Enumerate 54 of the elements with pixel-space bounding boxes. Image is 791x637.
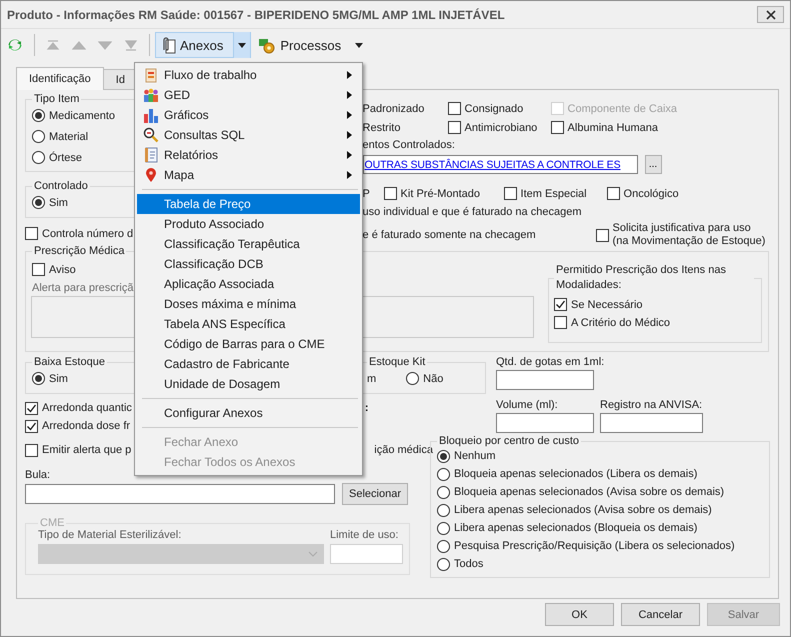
option-label: P (362, 188, 371, 200)
option-label: Padronizado (362, 102, 426, 114)
field-label: Registro na ANVISA: (600, 399, 703, 411)
checkbox-label: Solicita justificativa para uso (612, 222, 752, 235)
field-label: Limite de uso: (330, 529, 400, 541)
checkbox-label: (na Movimentação de Estoque) (612, 235, 766, 248)
checkbox-label: Kit Pré-Montado (400, 188, 480, 200)
group-title: Bloqueio por centro de custo (438, 435, 580, 447)
checkbox-label: Controla número d (42, 228, 134, 240)
checkbox-label: Consignado (464, 102, 524, 114)
checkbox-label: Albumina Humana (568, 122, 658, 134)
checkbox-label: ição médica (374, 444, 433, 456)
group-title: CME (39, 517, 66, 529)
radio-label: Libera apenas selecionados (Avisa sobre os demais) (454, 504, 712, 516)
radio-label: Bloqueia apenas selecionados (Libera os demais) (454, 468, 698, 480)
window-title: Produto - Informações RM Saúde: 001567 - BIPERIDENO 5MG/ML AMP 1ML INJETÁVEL (7, 8, 505, 22)
checkbox-label: Emitir alerta que p (42, 444, 132, 456)
radio-label: Material (49, 130, 88, 142)
radio-label: Sim (49, 372, 68, 384)
radio-label: Pesquisa Prescrição/Requisição (Libera os selecionados) (454, 540, 735, 552)
checkbox-label: Item Especial (520, 188, 587, 200)
group-title: Permitido Prescrição dos Itens nas Modalidades: (555, 263, 727, 293)
billing-note: uso individual e que é faturado na checagem (362, 205, 582, 220)
radio-label: Órtese (49, 152, 82, 164)
field-label: Volume (ml): (496, 399, 559, 411)
field-label: Alerta para prescriçã (32, 282, 134, 294)
checkbox-label: Antimicrobiano (464, 122, 538, 134)
field-label: Qtd. de gotas em 1ml: (496, 356, 606, 368)
group-title: Prescrição Médica (33, 245, 126, 257)
group-title: Tipo Item (33, 93, 80, 105)
radio-label: Não (423, 372, 444, 384)
field-label: Tipo de Material Esterilizável: (38, 529, 182, 541)
radio-label: Bloqueia apenas selecionados (Avisa sobre os demais) (454, 486, 724, 498)
radio-label: Nenhum (454, 450, 496, 462)
checkbox-label: Arredonda quantic (42, 402, 132, 414)
radio-label: Medicamento (49, 110, 116, 122)
radio-label: m (367, 372, 376, 384)
checkbox-label: Aviso (49, 264, 76, 276)
field-label: Bula: (25, 469, 52, 481)
checkbox-label: Componente de Caixa (568, 102, 678, 114)
group-title: Baixa Estoque (33, 356, 106, 368)
group-title: Estoque Kit (368, 356, 426, 368)
checkbox-label: Se Necessário (571, 298, 643, 310)
radio-label: Todos (454, 558, 484, 570)
checkbox-label: Arredonda dose fr (42, 420, 130, 432)
radio-label: Libera apenas selecionados (Bloqueia os demais) (454, 522, 698, 534)
option-label: Restrito (362, 122, 402, 134)
group-title: Controlado (33, 180, 89, 192)
radio-label: Sim (49, 196, 68, 208)
billing-note: e é faturado somente na checagem (362, 229, 537, 241)
checkbox-label: Oncológico (624, 188, 679, 200)
checkbox-label: A Critério do Médico (571, 316, 670, 328)
field-label: entos Controlados: (362, 138, 456, 153)
field-label: : (364, 402, 369, 414)
